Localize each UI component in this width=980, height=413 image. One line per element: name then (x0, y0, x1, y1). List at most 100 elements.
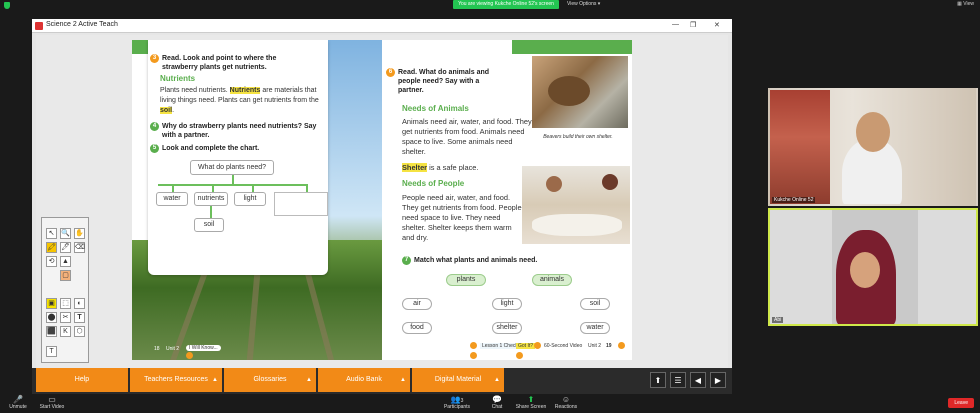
share-screen-icon: ⬆ (527, 395, 535, 404)
drawing-tool-palette: ↖ 🔍 ✋ 🖍 🖊 ⌫ ⟲ ▲ ▢ ▣ ⬚ ◐ ⬤ ✂ T ⬛ K ⬡ T (41, 217, 89, 363)
participants-label: Participants (443, 404, 471, 410)
hand-icon[interactable]: ✋ (74, 228, 85, 239)
stamp-icon[interactable]: ⬛ (46, 326, 57, 337)
para-text-1: Plants need nutrients. (160, 87, 228, 94)
scissors-icon[interactable]: ✂ (60, 312, 71, 323)
shared-app-window: Science 2 Active Teach — ❐ ✕ 3 Read. Loo… (32, 19, 732, 396)
video-tile-teacher[interactable]: Kukche Online 52 (768, 88, 978, 206)
participants-button[interactable]: 👥3 Participants (437, 395, 477, 410)
chart-connector (210, 206, 212, 218)
i-will-know-tag[interactable]: I Will Know... (186, 345, 221, 351)
keyboard-icon[interactable]: K (60, 326, 71, 337)
family-dinner-photo (522, 166, 630, 244)
person-figure (546, 176, 562, 192)
match-word-water[interactable]: water (580, 322, 610, 334)
polygon-icon[interactable]: ⬡ (74, 326, 85, 337)
reactions-icon: ☺ (561, 395, 571, 404)
match-header-animals: animals (532, 274, 572, 286)
match-word-soil[interactable]: soil (580, 298, 610, 310)
maximize-button[interactable]: ❐ (690, 21, 696, 29)
pen-icon[interactable]: 🖊 (60, 242, 71, 253)
edit-icon[interactable] (618, 342, 625, 349)
bottom-menu-bar: Help Teachers Resources ▲ Glossaries ▲ A… (32, 368, 732, 394)
match-word-light[interactable]: light (492, 298, 522, 310)
app-icon (35, 22, 43, 30)
highlighter-icon[interactable]: 🖍 (46, 242, 57, 253)
chart-item-light[interactable]: light (234, 192, 266, 206)
question-6-text: Read. What do animals and people need? S… (398, 69, 490, 94)
sixty-second-video-link[interactable]: 60-Second Video (544, 343, 582, 349)
question-7-text: Match what plants and animals need. (414, 257, 538, 264)
close-button[interactable]: ✕ (714, 21, 720, 29)
book-viewer: 3 Read. Look and point to where the stra… (36, 35, 728, 373)
lesson-check-icon[interactable] (470, 342, 477, 349)
match-header-plants: plants (446, 274, 486, 286)
app-titlebar: Science 2 Active Teach — ❐ ✕ (32, 19, 732, 33)
eraser-icon[interactable]: ⌫ (74, 242, 85, 253)
nutrients-heading: Nutrients (160, 74, 196, 83)
soil-highlight: soil (160, 107, 173, 114)
menu-tab-glossaries[interactable]: Glossaries ▲ (224, 368, 316, 392)
reactions-label: Reactions (554, 404, 578, 410)
people-paragraph: People need air, water, and food. They g… (402, 193, 522, 242)
menu-tab-teachers-resources[interactable]: Teachers Resources ▲ (130, 368, 222, 392)
menu-tab-digital-material[interactable]: Digital Material ▲ (412, 368, 504, 392)
view-button[interactable]: ▦ View (957, 1, 974, 7)
undo-icon[interactable]: ⟲ (46, 256, 57, 267)
match-word-shelter[interactable]: shelter (492, 322, 522, 334)
question-4-text: Why do strawberry plants need nutrients?… (162, 123, 317, 139)
next-page-icon[interactable]: ▶ (710, 372, 726, 388)
fill-icon[interactable]: ⬤ (46, 312, 57, 323)
yellow-note-icon[interactable]: ▣ (46, 298, 57, 309)
question-number: 3 (150, 54, 159, 63)
needs-of-people-heading: Needs of People (402, 179, 465, 188)
match-word-air[interactable]: air (402, 298, 432, 310)
needs-of-animals-heading: Needs of Animals (402, 104, 469, 113)
audio-icon[interactable] (470, 352, 477, 359)
question-number: 7 (402, 256, 411, 265)
video-off-icon: ▭ (48, 395, 56, 404)
arrow-up-icon: ▲ (400, 377, 406, 383)
video-tile-student[interactable]: Abi (768, 208, 978, 326)
leave-button[interactable]: Leave (948, 398, 974, 408)
person-face (850, 252, 880, 288)
menu-tab-help[interactable]: Help (36, 368, 128, 392)
color-swatch-icon[interactable]: ▢ (60, 270, 71, 281)
match-word-food[interactable]: food (402, 322, 432, 334)
share-screen-button[interactable]: ⬆ Share Screen (511, 395, 551, 410)
zoom-top-bar: You are viewing Kukche Online 52's scree… (0, 0, 980, 12)
minimize-button[interactable]: — (672, 21, 679, 28)
start-video-button[interactable]: ▭ Start Video (32, 395, 72, 410)
got-it-link[interactable]: Got It? (516, 343, 536, 349)
home-icon[interactable]: ⬆ (650, 372, 666, 388)
menu-tab-audio-bank[interactable]: Audio Bank ▲ (318, 368, 410, 392)
spotlight-icon[interactable]: ◐ (74, 298, 85, 309)
previous-page-icon[interactable]: ◀ (690, 372, 706, 388)
screen-shade-icon[interactable]: ⬚ (60, 298, 71, 309)
participant-name: Kukche Online 52 (772, 197, 816, 203)
start-video-label: Start Video (39, 404, 65, 410)
participants-icon: 👥3 (450, 395, 464, 404)
chart-blank-answer[interactable] (274, 192, 328, 216)
unit-label: Unit 2 (166, 346, 180, 352)
beaver-caption: Beavers build their own shelter. (543, 134, 613, 140)
menu-tab-label: Digital Material (434, 376, 482, 383)
zoom-icon[interactable]: 🔍 (60, 228, 71, 239)
reactions-button[interactable]: ☺ Reactions (546, 395, 586, 410)
shield-icon (4, 2, 10, 9)
right-page: 6 Read. What do animals and people need?… (382, 40, 632, 360)
menu-icon[interactable]: ☰ (670, 372, 686, 388)
select-arrow-icon[interactable]: ↖ (46, 228, 57, 239)
question-3-text: Read. Look and point to where the strawb… (162, 55, 277, 71)
chart-connector (306, 184, 308, 192)
screen-share-banner: You are viewing Kukche Online 52's scree… (453, 0, 559, 9)
audio-icon[interactable] (186, 352, 193, 359)
text-box-icon[interactable]: T (46, 346, 57, 357)
audio-icon[interactable] (516, 352, 523, 359)
text-tool-icon[interactable]: T (74, 312, 85, 323)
menu-tab-label: Help (74, 376, 90, 383)
video-icon[interactable] (534, 342, 541, 349)
view-options-button[interactable]: View Options ▾ (567, 0, 600, 9)
shape-icon[interactable]: ▲ (60, 256, 71, 267)
lesson-check-link[interactable]: Lesson 1 Check (480, 343, 520, 349)
